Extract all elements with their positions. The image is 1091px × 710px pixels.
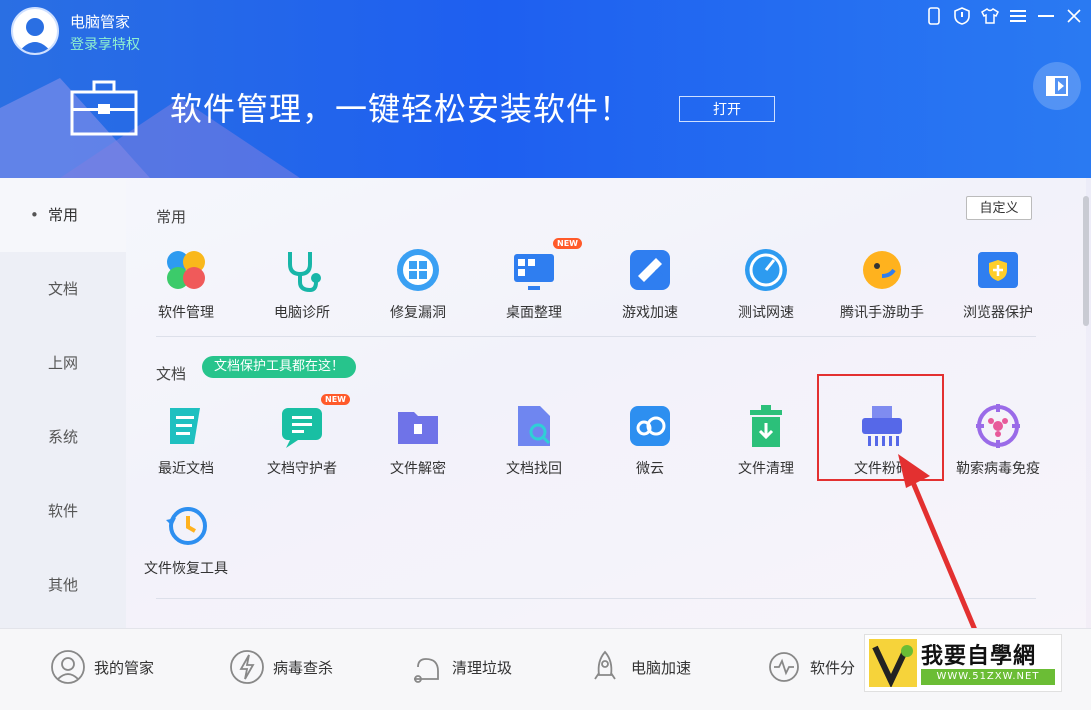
header: 电脑管家 登录享特权 软件管理，一键轻松安装软件！ 打开: [0, 0, 1091, 178]
app-title: 电脑管家: [70, 13, 131, 31]
nav-software-analysis[interactable]: 软件分: [766, 649, 855, 685]
user-avatar[interactable]: [11, 7, 59, 55]
tool-browser-protect[interactable]: 浏览器保护: [948, 246, 1048, 322]
sidebar-item-software[interactable]: 软件: [0, 474, 126, 548]
tool-speed-test[interactable]: 测试网速: [716, 246, 816, 322]
exit-toolbox-icon[interactable]: [1033, 62, 1081, 110]
docs-tip-badge: 文档保护工具都在这！: [202, 356, 357, 378]
divider: [156, 336, 1036, 337]
vacuum-icon: [414, 658, 439, 683]
stethoscope-icon: [288, 252, 321, 293]
tool-software-manager[interactable]: 软件管理: [136, 246, 236, 322]
menu-icon[interactable]: [1009, 6, 1027, 26]
section-title-docs: 文档: [156, 365, 187, 383]
scrollbar[interactable]: [1083, 196, 1089, 326]
manager-avatar-icon: [51, 650, 85, 684]
red-arrow: [898, 454, 978, 631]
tool-pc-clinic[interactable]: 电脑诊所: [252, 246, 352, 322]
tool-fix-vulnerability[interactable]: 修复漏洞: [368, 246, 468, 322]
nav-clean-junk[interactable]: 清理垃圾: [408, 649, 512, 685]
banner-text: 软件管理，一键轻松安装软件！: [170, 90, 633, 128]
sidebar-item-internet[interactable]: 上网: [0, 326, 126, 400]
nav-my-manager[interactable]: 我的管家: [50, 649, 154, 685]
folder-lock-icon: [398, 412, 438, 444]
tool-game-boost[interactable]: 游戏加速: [600, 246, 700, 322]
watermark-title: 我要自學網: [921, 644, 1037, 669]
doc-search-icon: [518, 406, 551, 446]
sidebar-item-other[interactable]: 其他: [0, 548, 126, 622]
section-title-common: 常用: [156, 208, 187, 226]
sidebar-item-common[interactable]: 常用: [0, 178, 126, 252]
browser-shield-icon: [978, 252, 1018, 288]
pulse-search-icon: [769, 652, 799, 682]
tool-file-clean[interactable]: 文件清理: [716, 402, 816, 478]
nav-virus-scan[interactable]: 病毒查杀: [229, 649, 333, 685]
toolbox-icon: [70, 80, 138, 136]
clock-restore-icon: [166, 507, 207, 545]
minimize-icon[interactable]: [1037, 6, 1055, 26]
software-manager-icon: [167, 251, 205, 289]
new-badge: NEW: [553, 238, 582, 249]
close-icon[interactable]: [1065, 6, 1083, 26]
desktop-icon: [514, 254, 554, 290]
windows-repair-icon: [397, 249, 439, 291]
window-controls: [925, 6, 1083, 26]
open-button[interactable]: 打开: [679, 96, 775, 122]
shield-icon[interactable]: [953, 6, 971, 26]
new-badge: NEW: [321, 394, 350, 405]
trash-icon: [750, 405, 782, 447]
game-assistant-icon: [863, 251, 901, 289]
tool-file-decrypt[interactable]: 文件解密: [368, 402, 468, 478]
rocket-icon: [594, 650, 616, 680]
phone-icon[interactable]: [925, 6, 943, 26]
watermark-logo: 我要自學網 WWW.51ZXW.NET: [864, 634, 1062, 692]
cloud-icon: [630, 406, 670, 446]
watermark-url: WWW.51ZXW.NET: [921, 669, 1055, 685]
tool-weiyun[interactable]: 微云: [600, 402, 700, 478]
tool-doc-recovery[interactable]: 文档找回: [484, 402, 584, 478]
game-boost-icon: [630, 250, 670, 290]
recent-docs-icon: [170, 408, 200, 444]
sidebar-item-docs[interactable]: 文档: [0, 252, 126, 326]
tool-desktop-organizer[interactable]: NEW 桌面整理: [484, 238, 584, 322]
tool-doc-guardian[interactable]: NEW 文档守护者: [252, 394, 352, 478]
tool-file-recovery[interactable]: 文件恢复工具: [136, 502, 236, 578]
doc-guardian-icon: [282, 408, 322, 448]
lightning-shield-icon: [230, 650, 264, 684]
logo-v-icon: [869, 639, 917, 687]
skin-shirt-icon[interactable]: [981, 6, 999, 26]
nav-pc-speedup[interactable]: 电脑加速: [587, 649, 691, 685]
sidebar: 常用 文档 上网 系统 软件 其他: [0, 178, 126, 628]
customize-button[interactable]: 自定义: [966, 196, 1032, 220]
speedometer-icon: [745, 249, 787, 291]
tool-mobile-game-assistant[interactable]: 腾讯手游助手: [832, 246, 932, 322]
login-link[interactable]: 登录享特权: [70, 34, 140, 54]
sidebar-item-system[interactable]: 系统: [0, 400, 126, 474]
tool-recent-docs[interactable]: 最近文档: [136, 402, 236, 478]
